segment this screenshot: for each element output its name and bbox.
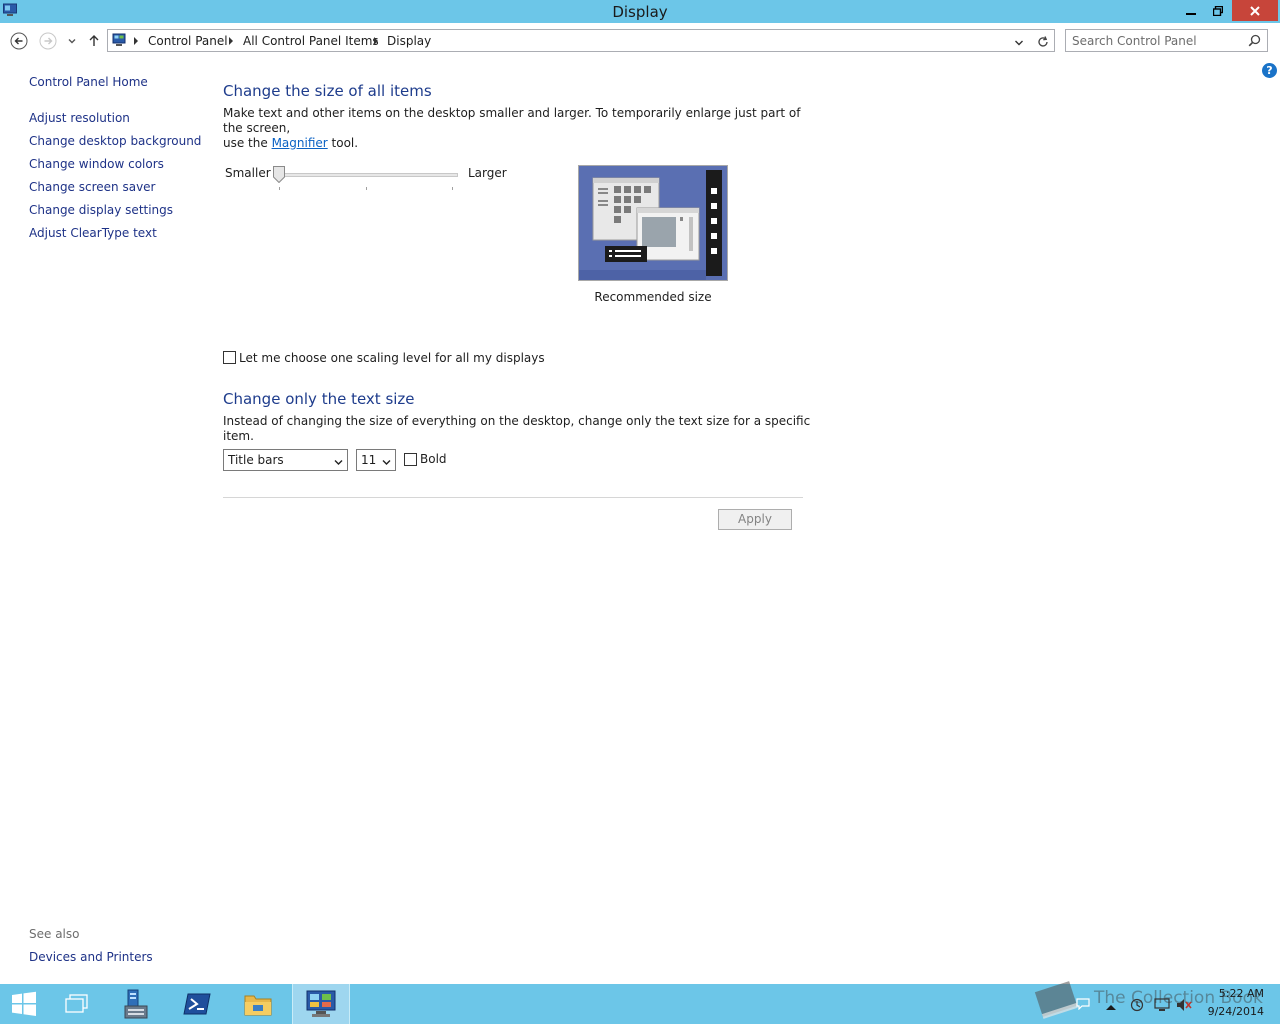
clock-date[interactable]: 9/24/2014 bbox=[1200, 1005, 1264, 1018]
sidebar-item-adjust-resolution[interactable]: Adjust resolution bbox=[29, 111, 130, 125]
crumb-separator-icon[interactable] bbox=[134, 37, 138, 45]
taskbar-windows-explorer-button[interactable] bbox=[53, 984, 101, 1024]
sidebar-item-window-colors[interactable]: Change window colors bbox=[29, 157, 164, 171]
search-input[interactable] bbox=[1072, 33, 1242, 49]
windows-logo-icon bbox=[12, 991, 36, 1016]
window-stack-icon bbox=[65, 994, 88, 1013]
window-title: Display bbox=[612, 3, 668, 21]
recent-pages-chevron-icon[interactable] bbox=[63, 32, 81, 50]
slider-tick bbox=[366, 187, 367, 190]
breadcrumb-all-items[interactable]: All Control Panel Items bbox=[243, 34, 379, 48]
start-button[interactable] bbox=[0, 984, 48, 1024]
breadcrumb-control-panel[interactable]: Control Panel bbox=[148, 34, 228, 48]
chevron-down-icon bbox=[382, 456, 391, 470]
size-preview-image bbox=[578, 165, 728, 281]
clock-time[interactable]: 5:22 AM bbox=[1210, 987, 1264, 1000]
size-description: Make text and other items on the desktop… bbox=[223, 106, 803, 151]
text-item-select[interactable]: Title bars bbox=[223, 449, 348, 471]
text-size-description: Instead of changing the size of everythi… bbox=[223, 414, 811, 443]
section-divider bbox=[223, 497, 803, 498]
text-size-heading: Change only the text size bbox=[223, 390, 415, 408]
size-description-line-1: Make text and other items on the desktop… bbox=[223, 106, 801, 135]
refresh-icon[interactable] bbox=[1036, 35, 1050, 52]
address-dropdown-icon[interactable] bbox=[1014, 37, 1024, 51]
title-bar: Display bbox=[0, 0, 1280, 23]
up-button[interactable] bbox=[85, 32, 103, 50]
back-button[interactable] bbox=[10, 32, 28, 50]
show-hidden-icons-icon[interactable] bbox=[1106, 1000, 1116, 1014]
one-scaling-level-checkbox[interactable] bbox=[223, 351, 236, 364]
chevron-down-icon bbox=[334, 456, 343, 470]
crumb-separator-icon[interactable] bbox=[374, 37, 378, 45]
restore-button[interactable] bbox=[1205, 0, 1231, 21]
text-size-select-value: 11 bbox=[361, 453, 377, 467]
sidebar-item-desktop-background[interactable]: Change desktop background bbox=[29, 134, 201, 148]
size-description-post: tool. bbox=[327, 136, 359, 150]
crumb-separator-icon[interactable] bbox=[229, 37, 233, 45]
size-heading: Change the size of all items bbox=[223, 82, 432, 100]
network-tray-icon[interactable] bbox=[1154, 998, 1170, 1015]
navigation-bar: Control Panel All Control Panel Items Di… bbox=[0, 23, 1280, 59]
breadcrumb-display[interactable]: Display bbox=[387, 34, 431, 48]
slider-tick bbox=[279, 187, 280, 190]
taskbar-powershell-button[interactable] bbox=[173, 984, 221, 1024]
see-also-devices-printers-link[interactable]: Devices and Printers bbox=[29, 950, 153, 964]
sidebar-item-screen-saver[interactable]: Change screen saver bbox=[29, 180, 156, 194]
taskbar-server-manager-button[interactable] bbox=[111, 984, 159, 1024]
taskbar-control-panel-button[interactable] bbox=[292, 984, 350, 1024]
text-item-select-value: Title bars bbox=[228, 453, 284, 467]
control-panel-icon bbox=[306, 990, 336, 1017]
help-icon[interactable]: ? bbox=[1262, 63, 1277, 78]
folder-icon bbox=[244, 995, 272, 1016]
forward-button[interactable] bbox=[39, 32, 57, 50]
server-manager-icon bbox=[124, 989, 148, 1019]
text-size-select[interactable]: 11 bbox=[356, 449, 396, 471]
action-center-icon[interactable] bbox=[1076, 998, 1090, 1013]
control-panel-home-link[interactable]: Control Panel Home bbox=[29, 75, 148, 89]
apply-button[interactable]: Apply bbox=[718, 509, 792, 530]
sidebar-item-display-settings[interactable]: Change display settings bbox=[29, 203, 173, 217]
slider-min-label: Smaller bbox=[225, 166, 271, 180]
bold-label[interactable]: Bold bbox=[420, 452, 447, 466]
address-bar[interactable]: Control Panel All Control Panel Items Di… bbox=[107, 29, 1055, 52]
size-slider-track[interactable] bbox=[278, 173, 458, 177]
search-icon[interactable] bbox=[1248, 34, 1261, 50]
control-panel-icon bbox=[112, 33, 128, 50]
size-slider-thumb[interactable] bbox=[273, 166, 285, 184]
one-scaling-level-label[interactable]: Let me choose one scaling level for all … bbox=[239, 351, 545, 365]
close-button[interactable] bbox=[1232, 0, 1278, 21]
slider-tick bbox=[452, 187, 453, 190]
see-also-heading: See also bbox=[29, 927, 80, 941]
sync-tray-icon[interactable] bbox=[1130, 998, 1144, 1015]
slider-max-label: Larger bbox=[468, 166, 507, 180]
search-box[interactable] bbox=[1065, 29, 1268, 52]
bold-checkbox[interactable] bbox=[404, 453, 417, 466]
sidebar-item-cleartype[interactable]: Adjust ClearType text bbox=[29, 226, 157, 240]
minimize-button[interactable] bbox=[1178, 0, 1204, 21]
book-watermark-icon bbox=[1030, 976, 1082, 1024]
taskbar: The Collection Book 5:22 AM 9/24/2014 bbox=[0, 981, 1280, 1024]
taskbar-file-explorer-button[interactable] bbox=[234, 984, 282, 1024]
size-description-pre: use the bbox=[223, 136, 272, 150]
powershell-icon bbox=[183, 993, 211, 1015]
preview-caption: Recommended size bbox=[594, 290, 712, 304]
magnifier-link[interactable]: Magnifier bbox=[272, 136, 328, 150]
volume-muted-icon[interactable] bbox=[1176, 998, 1192, 1015]
